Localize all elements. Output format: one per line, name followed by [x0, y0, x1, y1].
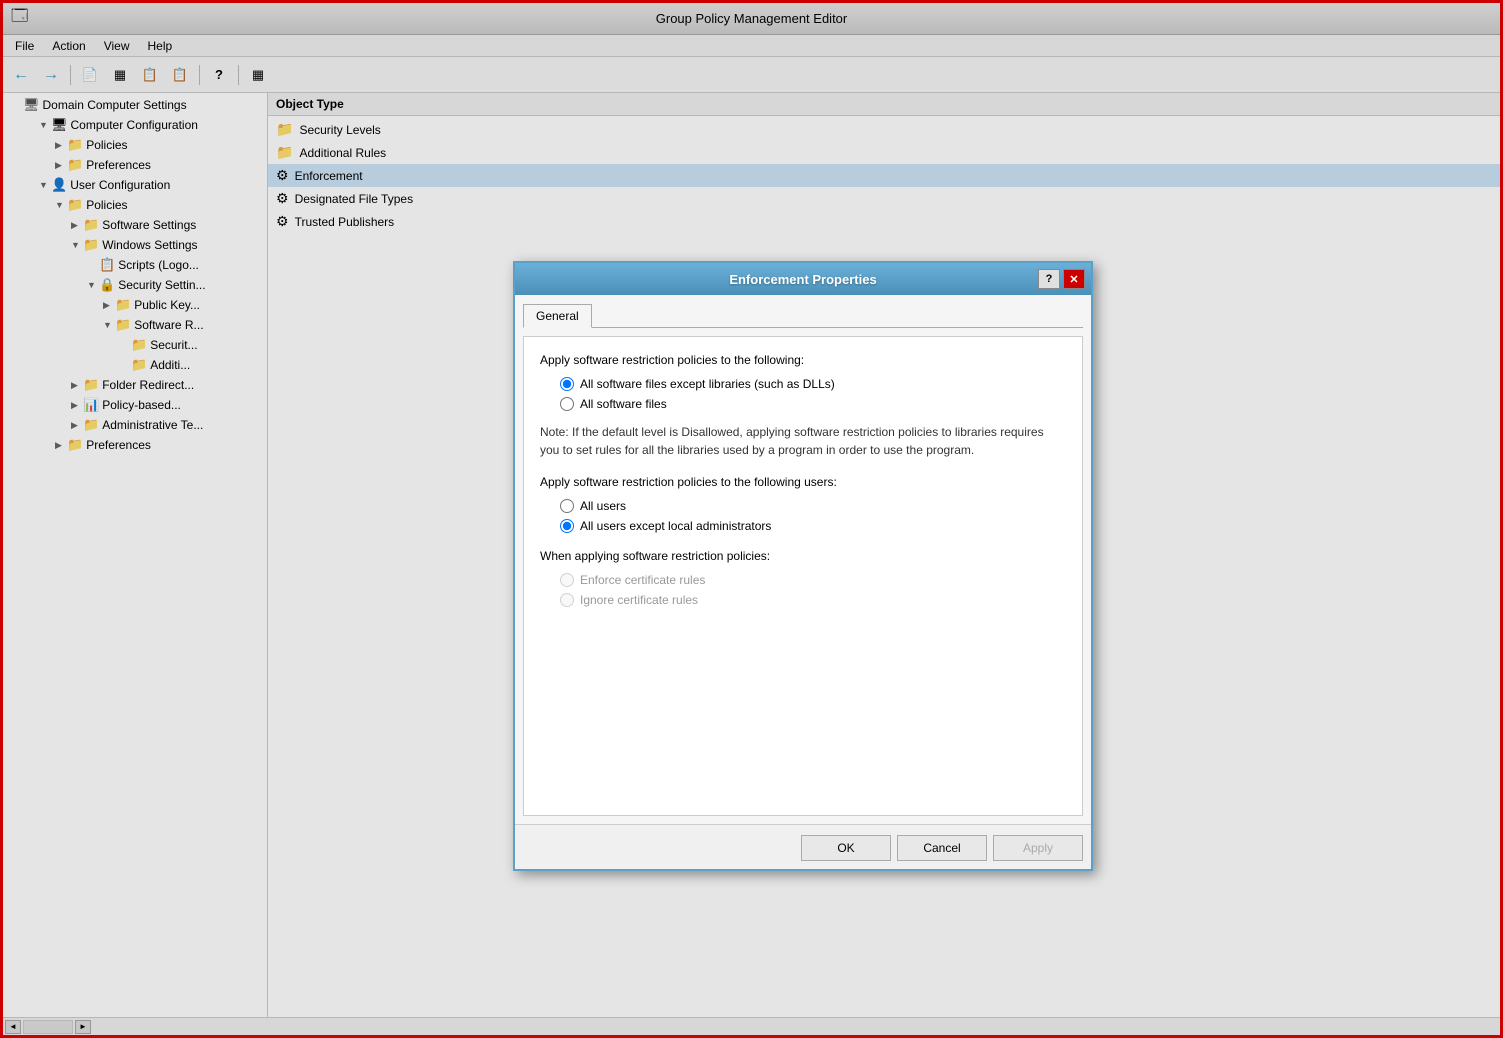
radio-enforce-cert[interactable]: [560, 573, 574, 587]
radio-label-2-2: All users except local administrators: [580, 519, 771, 533]
radio-label-2-1: All users: [580, 499, 626, 513]
section1-label: Apply software restriction policies to t…: [540, 353, 1066, 367]
radio-all-users[interactable]: [560, 499, 574, 513]
modal-overlay: Enforcement Properties ? ✕ General Apply…: [3, 3, 1500, 1035]
apply-button[interactable]: Apply: [993, 835, 1083, 861]
dialog-help-button[interactable]: ?: [1038, 269, 1060, 289]
dialog-titlebar: Enforcement Properties ? ✕: [515, 263, 1091, 295]
dialog-title: Enforcement Properties: [729, 272, 876, 287]
radio-row-2-2: All users except local administrators: [560, 519, 1066, 533]
radio-group-2: All users All users except local adminis…: [560, 499, 1066, 533]
radio-row-1-1: All software files except libraries (suc…: [560, 377, 1066, 391]
radio-label-3-2: Ignore certificate rules: [580, 593, 698, 607]
dialog-controls: ? ✕: [1038, 269, 1085, 289]
radio-ignore-cert[interactable]: [560, 593, 574, 607]
dialog-body: General Apply software restriction polic…: [515, 295, 1091, 824]
section2-label: Apply software restriction policies to t…: [540, 475, 1066, 489]
radio-label-3-1: Enforce certificate rules: [580, 573, 705, 587]
radio-all-except-libraries[interactable]: [560, 377, 574, 391]
radio-label-1-2: All software files: [580, 397, 667, 411]
dialog-content: Apply software restriction policies to t…: [523, 336, 1083, 816]
ok-button[interactable]: OK: [801, 835, 891, 861]
dialog-close-button[interactable]: ✕: [1063, 269, 1085, 289]
radio-row-3-2: Ignore certificate rules: [560, 593, 1066, 607]
radio-row-1-2: All software files: [560, 397, 1066, 411]
radio-label-1-1: All software files except libraries (suc…: [580, 377, 835, 391]
radio-group-1: All software files except libraries (suc…: [560, 377, 1066, 411]
note-text: Note: If the default level is Disallowed…: [540, 423, 1066, 459]
radio-group-3: Enforce certificate rules Ignore certifi…: [560, 573, 1066, 607]
cancel-button[interactable]: Cancel: [897, 835, 987, 861]
radio-row-3-1: Enforce certificate rules: [560, 573, 1066, 587]
section3-label: When applying software restriction polic…: [540, 549, 1066, 563]
enforcement-properties-dialog: Enforcement Properties ? ✕ General Apply…: [513, 261, 1093, 871]
radio-all-users-except-local-admin[interactable]: [560, 519, 574, 533]
tab-general[interactable]: General: [523, 304, 592, 328]
radio-row-2-1: All users: [560, 499, 1066, 513]
tab-bar: General: [523, 303, 1083, 328]
radio-all-files[interactable]: [560, 397, 574, 411]
dialog-footer: OK Cancel Apply: [515, 824, 1091, 869]
